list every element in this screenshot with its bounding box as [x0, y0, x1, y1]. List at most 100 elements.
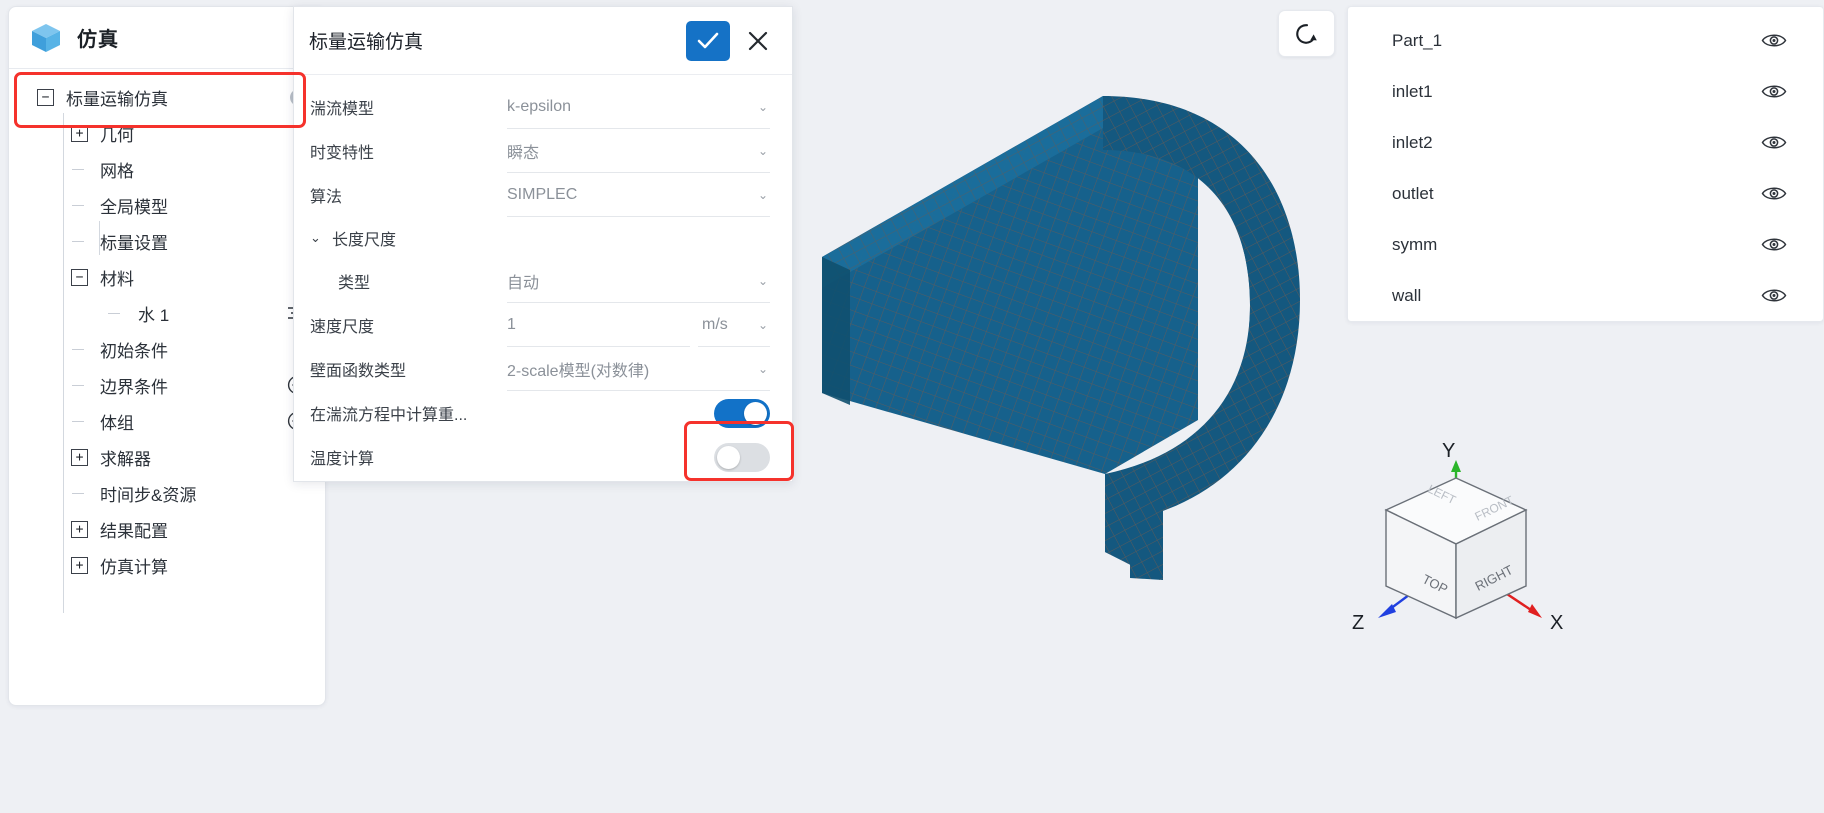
cancel-button[interactable] [738, 20, 778, 61]
eye-icon[interactable] [1761, 236, 1787, 253]
tree-item-label: 时间步&资源 [100, 485, 197, 505]
part-row[interactable]: inlet2 [1348, 117, 1823, 168]
part-label: wall [1392, 285, 1422, 305]
algorithm-select[interactable]: SIMPLEC ⌄ [507, 173, 770, 217]
part-row[interactable]: wall [1348, 270, 1823, 321]
field-label: 温度计算 [310, 451, 375, 468]
tree-expander-collapse[interactable]: − [37, 88, 54, 106]
select-value: 2-scale模型(对数律) [507, 362, 650, 380]
group-length-scale[interactable]: ⌄ 长度尺度 [310, 217, 770, 259]
confirm-button[interactable] [686, 20, 730, 61]
axis-label-y: Y [1442, 440, 1456, 462]
eye-icon[interactable] [1761, 83, 1787, 100]
field-gravity-in-turbulence: 在湍流方程中计算重... [310, 391, 770, 435]
eye-icon[interactable] [1761, 32, 1787, 49]
select-value: 瞬态 [507, 144, 540, 162]
tree-branch-tick [71, 485, 88, 502]
chevron-down-icon: ⌄ [757, 317, 768, 332]
tree-item-label: 标量设置 [100, 233, 168, 253]
field-control: 瞬态 ⌄ [507, 129, 770, 173]
dialog-title: 标量运输仿真 [309, 32, 424, 53]
toggle-knob [744, 401, 767, 425]
field-label: 壁面函数类型 [310, 363, 407, 380]
select-value: SIMPLEC [507, 185, 578, 203]
field-length-scale-type: 类型 自动 ⌄ [310, 259, 770, 303]
field-label: 在湍流方程中计算重... [310, 407, 468, 424]
reset-view-icon [1295, 23, 1317, 44]
chevron-down-icon[interactable]: ⌄ [310, 230, 332, 246]
field-label: 类型 [338, 275, 371, 292]
tree-item-label: 材料 [100, 269, 134, 289]
tree-branch-tick [71, 341, 88, 358]
axis-orientation-widget[interactable]: TOP RIGHT LEFT FRONT Y X Z [1338, 440, 1598, 650]
application-window: 仿真 ▼ − 标量运输仿真 ! + 几何 网格 [0, 0, 1824, 813]
field-algorithm: 算法 SIMPLEC ⌄ [310, 173, 770, 217]
axis-label-z: Z [1352, 612, 1365, 634]
tree-branch-tick [107, 305, 124, 322]
field-wall-function: 壁面函数类型 2-scale模型(对数律) ⌄ [310, 347, 770, 391]
settings-dialog: 标量运输仿真 湍流模型 k-epsilon ⌄ 时变特性 瞬态 ⌄ 算法 SIM… [293, 6, 793, 482]
field-temperature-calculation: 温度计算 [310, 435, 770, 479]
unit-value: m/s [702, 315, 728, 333]
tree-expander-collapse[interactable]: − [71, 268, 88, 286]
velocity-scale-input[interactable]: 1 [507, 303, 690, 347]
tree-item-label: 仿真计算 [100, 557, 168, 577]
part-row[interactable]: outlet [1348, 168, 1823, 219]
part-label: symm [1392, 234, 1438, 254]
select-value: 自动 [507, 274, 540, 292]
tree-item-label: 水 1 [138, 305, 170, 325]
chevron-down-icon: ⌄ [757, 187, 768, 202]
tree-item-label: 标量运输仿真 [66, 89, 168, 109]
gravity-turbulence-toggle[interactable] [714, 398, 770, 428]
chevron-down-icon: ⌄ [757, 143, 768, 158]
tree-item-label: 结果配置 [100, 521, 168, 541]
field-velocity-scale: 速度尺度 1 m/s ⌄ [310, 303, 770, 347]
part-row[interactable]: inlet1 [1348, 66, 1823, 117]
toggle-container [714, 442, 770, 472]
field-control: k-epsilon ⌄ [507, 85, 770, 129]
parts-panel: Part_1 inlet1 inlet2 outlet symm wall [1347, 6, 1824, 322]
field-control: 1 m/s ⌄ [507, 303, 770, 347]
eye-icon[interactable] [1761, 287, 1787, 304]
field-control: 自动 ⌄ [507, 259, 770, 303]
toggle-container [714, 398, 770, 428]
length-scale-type-select[interactable]: 自动 ⌄ [507, 259, 770, 303]
field-label: 速度尺度 [310, 319, 375, 336]
tree-branch-tick [71, 413, 88, 430]
toggle-knob [717, 445, 740, 469]
tree-branch-tick [71, 233, 88, 250]
field-control: SIMPLEC ⌄ [507, 173, 770, 217]
part-row[interactable]: Part_1 [1348, 15, 1823, 66]
tree-branch-tick [71, 197, 88, 214]
part-row[interactable]: symm [1348, 219, 1823, 270]
dialog-body: 湍流模型 k-epsilon ⌄ 时变特性 瞬态 ⌄ 算法 SIMPLEC ⌄ … [294, 75, 792, 479]
turbulence-model-select[interactable]: k-epsilon ⌄ [507, 85, 770, 129]
field-label: 时变特性 [310, 145, 375, 162]
dialog-actions [686, 20, 778, 61]
axis-label-x: X [1550, 612, 1564, 634]
dialog-header: 标量运输仿真 [294, 7, 792, 75]
part-label: Part_1 [1392, 30, 1443, 50]
velocity-unit-select[interactable]: m/s ⌄ [698, 303, 770, 347]
tree-expander-expand[interactable]: + [71, 448, 88, 466]
wall-function-select[interactable]: 2-scale模型(对数律) ⌄ [507, 347, 770, 391]
group-label: 长度尺度 [332, 232, 397, 249]
tree-branch-tick [71, 377, 88, 394]
temperature-calculation-toggle[interactable] [714, 442, 770, 472]
tree-expander-expand[interactable]: + [71, 520, 88, 538]
tree-item-label: 初始条件 [100, 341, 168, 361]
reset-view-button[interactable] [1278, 10, 1335, 57]
tree-item-label: 求解器 [100, 449, 151, 469]
tree-item-label: 体组 [100, 413, 134, 433]
tree-expander-expand[interactable]: + [71, 124, 88, 142]
part-label: inlet1 [1392, 81, 1433, 101]
eye-icon[interactable] [1761, 134, 1787, 151]
field-time-behavior: 时变特性 瞬态 ⌄ [310, 129, 770, 173]
eye-icon[interactable] [1761, 185, 1787, 202]
x-axis-arrow [1528, 604, 1542, 618]
time-behavior-select[interactable]: 瞬态 ⌄ [507, 129, 770, 173]
select-value: k-epsilon [507, 97, 572, 115]
tree-item-label: 几何 [100, 125, 134, 145]
tree-expander-expand[interactable]: + [71, 556, 88, 574]
field-label: 湍流模型 [310, 101, 375, 118]
